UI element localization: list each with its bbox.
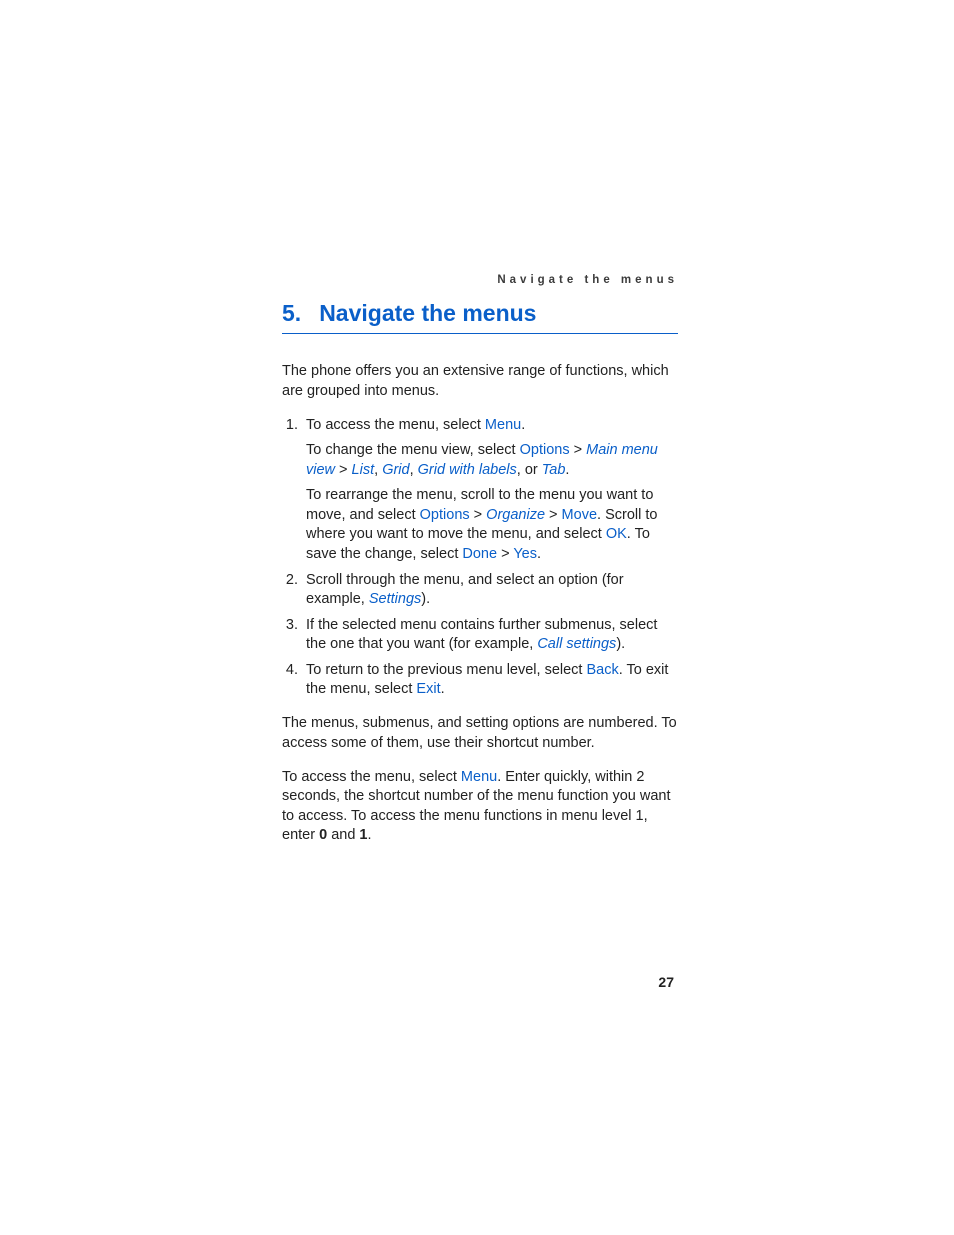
exit-label: Exit	[416, 681, 440, 697]
text: To access the menu, select	[282, 769, 461, 785]
separator: >	[335, 462, 352, 478]
step-1-line-3: To rearrange the menu, scroll to the men…	[306, 486, 678, 564]
chapter-number: 5.	[282, 300, 301, 326]
text: To return to the previous menu level, se…	[306, 662, 586, 678]
intro-paragraph: The phone offers you an extensive range …	[282, 362, 678, 401]
chapter-title: Navigate the menus	[319, 300, 536, 326]
organize-label: Organize	[486, 507, 545, 523]
menu-label: Menu	[485, 417, 521, 433]
back-label: Back	[586, 662, 618, 678]
digit-zero: 0	[319, 827, 327, 843]
chapter-heading: 5. Navigate the menus	[282, 300, 678, 334]
tab-label: Tab	[542, 462, 566, 478]
page-container: Navigate the menus 5.Navigate the menus …	[0, 0, 954, 1235]
digit-one: 1	[359, 827, 367, 843]
steps-list: To access the menu, select Menu. To chan…	[282, 416, 678, 700]
step-1-line-1: To access the menu, select Menu.	[306, 416, 678, 436]
step-1: To access the menu, select Menu. To chan…	[302, 416, 678, 565]
move-label: Move	[562, 507, 597, 523]
separator: >	[470, 507, 487, 523]
text: and	[327, 827, 359, 843]
ok-label: OK	[606, 526, 627, 542]
done-label: Done	[462, 546, 497, 562]
text: .	[521, 417, 525, 433]
settings-label: Settings	[369, 591, 421, 607]
text: .	[441, 681, 445, 697]
menu-label-2: Menu	[461, 769, 497, 785]
grid-with-labels-label: Grid with labels	[418, 462, 517, 478]
yes-label: Yes	[513, 546, 537, 562]
outro-paragraph-1: The menus, submenus, and setting options…	[282, 714, 678, 753]
text: Scroll through the menu, and select an o…	[306, 572, 624, 608]
page-number: 27	[658, 974, 674, 990]
list-label: List	[352, 462, 375, 478]
separator: >	[497, 546, 513, 562]
text: ,	[410, 462, 418, 478]
separator: >	[545, 507, 562, 523]
text: ,	[374, 462, 382, 478]
text: .	[565, 462, 569, 478]
grid-label: Grid	[382, 462, 409, 478]
call-settings-label: Call settings	[537, 636, 616, 652]
running-header: Navigate the menus	[497, 274, 678, 286]
step-3: If the selected menu contains further su…	[302, 616, 678, 655]
outro-paragraph-2: To access the menu, select Menu. Enter q…	[282, 768, 678, 846]
step-2: Scroll through the menu, and select an o…	[302, 571, 678, 610]
options-label-2: Options	[420, 507, 470, 523]
options-label: Options	[520, 442, 570, 458]
step-4: To return to the previous menu level, se…	[302, 661, 678, 700]
text: To change the menu view, select	[306, 442, 520, 458]
text: .	[537, 546, 541, 562]
separator: >	[570, 442, 587, 458]
text: ).	[616, 636, 625, 652]
step-1-line-2: To change the menu view, select Options …	[306, 441, 678, 480]
text: ).	[421, 591, 430, 607]
text: .	[368, 827, 372, 843]
text: , or	[517, 462, 542, 478]
text: To access the menu, select	[306, 417, 485, 433]
